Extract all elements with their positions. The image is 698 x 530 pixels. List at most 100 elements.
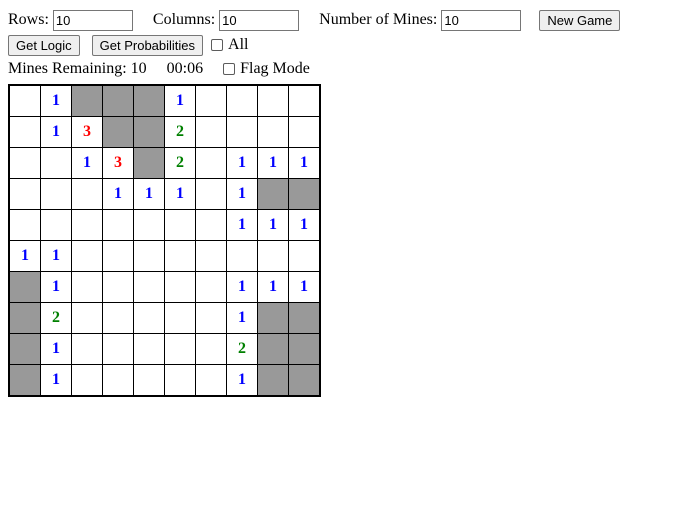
board-cell-r2-c5[interactable]: 2: [164, 147, 196, 179]
board-cell-r4-c2[interactable]: [71, 209, 103, 241]
board-cell-r8-c9[interactable]: [288, 333, 321, 365]
board-cell-r5-c5[interactable]: [164, 240, 196, 272]
board-cell-r1-c6[interactable]: [195, 116, 227, 148]
board-cell-r5-c7[interactable]: [226, 240, 258, 272]
board-cell-r4-c3[interactable]: [102, 209, 134, 241]
rows-input[interactable]: [52, 9, 133, 31]
board-cell-r5-c2[interactable]: [71, 240, 103, 272]
board-cell-r8-c0[interactable]: [8, 333, 41, 365]
board-cell-r6-c8[interactable]: 1: [257, 271, 289, 303]
board-cell-r6-c2[interactable]: [71, 271, 103, 303]
board-cell-r8-c8[interactable]: [257, 333, 289, 365]
board-cell-r9-c4[interactable]: [133, 364, 165, 397]
board-cell-r8-c2[interactable]: [71, 333, 103, 365]
board-cell-r8-c4[interactable]: [133, 333, 165, 365]
board-cell-r4-c7[interactable]: 1: [226, 209, 258, 241]
board-cell-r6-c4[interactable]: [133, 271, 165, 303]
board-cell-r2-c7[interactable]: 1: [226, 147, 258, 179]
board-cell-r4-c8[interactable]: 1: [257, 209, 289, 241]
board-cell-r0-c1[interactable]: 1: [40, 84, 72, 117]
board-cell-r6-c0[interactable]: [8, 271, 41, 303]
board-cell-r3-c0[interactable]: [8, 178, 41, 210]
board-cell-r7-c1[interactable]: 2: [40, 302, 72, 334]
board-cell-r6-c5[interactable]: [164, 271, 196, 303]
board-cell-r1-c7[interactable]: [226, 116, 258, 148]
board-cell-r5-c6[interactable]: [195, 240, 227, 272]
columns-input[interactable]: [219, 9, 300, 31]
board-cell-r1-c5[interactable]: 2: [164, 116, 196, 148]
board-cell-r4-c4[interactable]: [133, 209, 165, 241]
board-cell-r0-c8[interactable]: [257, 84, 289, 117]
board-cell-r4-c9[interactable]: 1: [288, 209, 321, 241]
all-checkbox[interactable]: [211, 39, 224, 51]
board-cell-r5-c1[interactable]: 1: [40, 240, 72, 272]
board-cell-r8-c3[interactable]: [102, 333, 134, 365]
board-cell-r6-c1[interactable]: 1: [40, 271, 72, 303]
board-cell-r1-c4[interactable]: [133, 116, 165, 148]
board-cell-r6-c7[interactable]: 1: [226, 271, 258, 303]
board-cell-r0-c6[interactable]: [195, 84, 227, 117]
board-cell-r8-c1[interactable]: 1: [40, 333, 72, 365]
get-logic-button[interactable]: Get Logic: [8, 34, 80, 56]
board-cell-r3-c6[interactable]: [195, 178, 227, 210]
board-cell-r0-c9[interactable]: [288, 84, 321, 117]
board-cell-r9-c5[interactable]: [164, 364, 196, 397]
board-cell-r1-c3[interactable]: [102, 116, 134, 148]
board-cell-r1-c9[interactable]: [288, 116, 321, 148]
board-cell-r5-c8[interactable]: [257, 240, 289, 272]
flag-mode-checkbox[interactable]: [223, 63, 236, 75]
board-cell-r7-c4[interactable]: [133, 302, 165, 334]
board-cell-r0-c5[interactable]: 1: [164, 84, 196, 117]
new-game-button[interactable]: New Game: [539, 9, 621, 31]
board-cell-r5-c0[interactable]: 1: [8, 240, 41, 272]
board-cell-r8-c6[interactable]: [195, 333, 227, 365]
board-cell-r6-c6[interactable]: [195, 271, 227, 303]
board-cell-r8-c7[interactable]: 2: [226, 333, 258, 365]
board-cell-r3-c1[interactable]: [40, 178, 72, 210]
board-cell-r2-c6[interactable]: [195, 147, 227, 179]
board-cell-r0-c2[interactable]: [71, 84, 103, 117]
board-cell-r2-c4[interactable]: [133, 147, 165, 179]
board-cell-r5-c4[interactable]: [133, 240, 165, 272]
board-cell-r7-c5[interactable]: [164, 302, 196, 334]
minesweeper-board[interactable]: 111321321111111111111111211211: [8, 84, 321, 397]
board-cell-r7-c0[interactable]: [8, 302, 41, 334]
board-cell-r0-c0[interactable]: [8, 84, 41, 117]
board-cell-r1-c1[interactable]: 1: [40, 116, 72, 148]
board-cell-r9-c2[interactable]: [71, 364, 103, 397]
board-cell-r7-c2[interactable]: [71, 302, 103, 334]
board-cell-r2-c1[interactable]: [40, 147, 72, 179]
board-cell-r3-c8[interactable]: [257, 178, 289, 210]
board-cell-r5-c9[interactable]: [288, 240, 321, 272]
board-cell-r5-c3[interactable]: [102, 240, 134, 272]
board-cell-r0-c3[interactable]: [102, 84, 134, 117]
board-cell-r4-c1[interactable]: [40, 209, 72, 241]
mines-input[interactable]: [441, 9, 522, 31]
board-cell-r2-c8[interactable]: 1: [257, 147, 289, 179]
board-cell-r8-c5[interactable]: [164, 333, 196, 365]
board-cell-r7-c3[interactable]: [102, 302, 134, 334]
board-cell-r3-c9[interactable]: [288, 178, 321, 210]
board-cell-r9-c6[interactable]: [195, 364, 227, 397]
board-cell-r7-c7[interactable]: 1: [226, 302, 258, 334]
board-cell-r2-c9[interactable]: 1: [288, 147, 321, 179]
board-cell-r7-c9[interactable]: [288, 302, 321, 334]
board-cell-r0-c7[interactable]: [226, 84, 258, 117]
board-cell-r3-c5[interactable]: 1: [164, 178, 196, 210]
board-cell-r1-c2[interactable]: 3: [71, 116, 103, 148]
board-cell-r4-c0[interactable]: [8, 209, 41, 241]
board-cell-r4-c5[interactable]: [164, 209, 196, 241]
board-cell-r3-c3[interactable]: 1: [102, 178, 134, 210]
board-cell-r3-c4[interactable]: 1: [133, 178, 165, 210]
board-cell-r9-c8[interactable]: [257, 364, 289, 397]
board-cell-r9-c7[interactable]: 1: [226, 364, 258, 397]
board-cell-r9-c1[interactable]: 1: [40, 364, 72, 397]
board-cell-r2-c3[interactable]: 3: [102, 147, 134, 179]
board-cell-r3-c2[interactable]: [71, 178, 103, 210]
board-cell-r1-c8[interactable]: [257, 116, 289, 148]
board-cell-r1-c0[interactable]: [8, 116, 41, 148]
board-cell-r9-c0[interactable]: [8, 364, 41, 397]
board-cell-r2-c0[interactable]: [8, 147, 41, 179]
board-cell-r2-c2[interactable]: 1: [71, 147, 103, 179]
get-probabilities-button[interactable]: Get Probabilities: [91, 34, 204, 56]
